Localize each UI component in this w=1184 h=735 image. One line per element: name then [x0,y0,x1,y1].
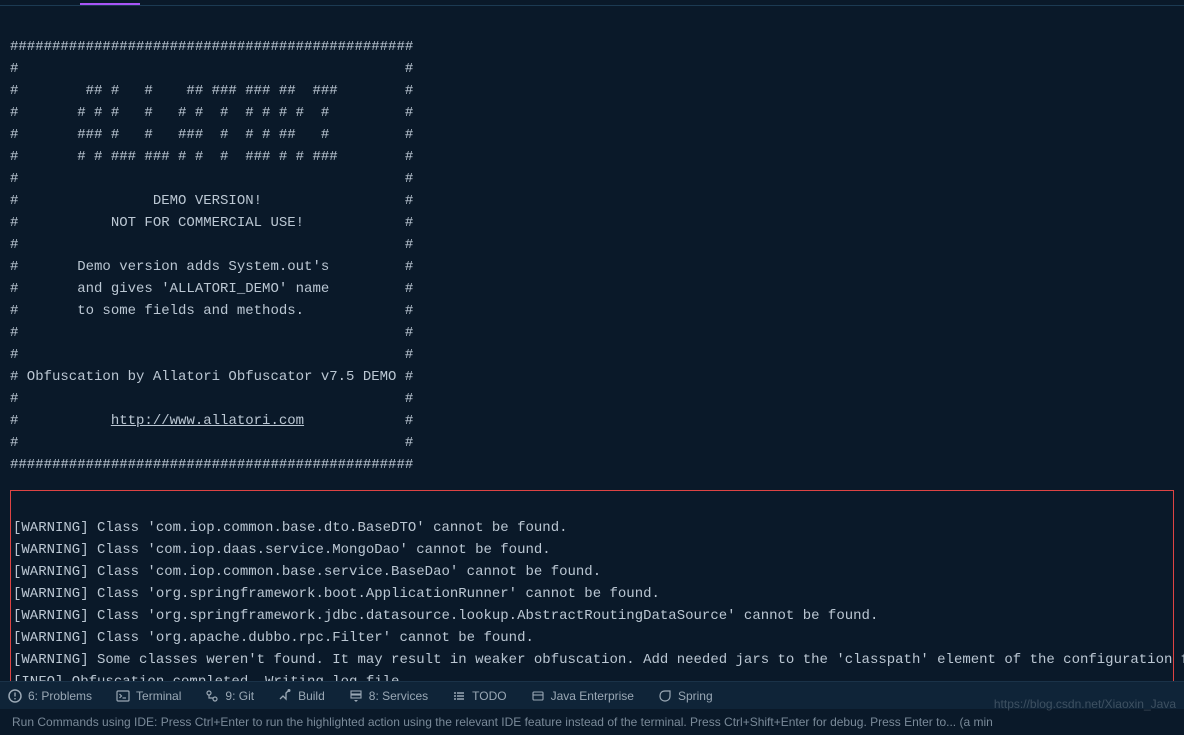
tab-label: 8: Services [369,689,428,703]
tab-todo[interactable]: TODO [452,689,506,703]
java-enterprise-icon [531,689,545,703]
banner-line: # # [10,347,413,363]
banner-line: # # [10,391,413,407]
tab-git[interactable]: 9: Git [205,689,254,703]
tab-services[interactable]: 8: Services [349,689,428,703]
problems-icon [8,689,22,703]
banner-line: # NOT FOR COMMERCIAL USE! # [10,215,413,231]
banner-line: # # # ### ### # # # ### # # ### # [10,149,413,165]
top-tab-strip [0,0,1184,6]
tab-label: 9: Git [225,689,254,703]
status-bar: Run Commands using IDE: Press Ctrl+Enter… [0,709,1184,735]
todo-icon [452,689,466,703]
tab-label: Java Enterprise [551,689,634,703]
banner-line: # ### # # ### # # # ## # # [10,127,413,143]
log-line-warning: [WARNING] Some classes weren't found. It… [13,652,1184,668]
tab-label: Spring [678,689,713,703]
banner-line: # # [10,325,413,341]
banner-line: # [10,413,111,429]
banner-line: # Obfuscation by Allatori Obfuscator v7.… [10,369,413,385]
tab-java-enterprise[interactable]: Java Enterprise [531,689,634,703]
banner-line: # # [10,171,413,187]
tab-build[interactable]: Build [278,689,325,703]
tab-label: Build [298,689,325,703]
banner-line: # # [10,435,413,451]
log-line-warning: [WARNING] Class 'com.iop.common.base.ser… [13,564,601,580]
terminal-output[interactable]: ########################################… [0,6,1184,484]
banner-line: # [304,413,413,429]
log-line-warning: [WARNING] Class 'org.springframework.boo… [13,586,660,602]
banner-line: # and gives 'ALLATORI_DEMO' name # [10,281,413,297]
watermark-text: https://blog.csdn.net/Xiaoxin_Java [994,697,1176,711]
banner-line: # # # # # # # # # # # # # # [10,105,413,121]
tab-terminal[interactable]: Terminal [116,689,181,703]
log-line-warning: [WARNING] Class 'org.springframework.jdb… [13,608,878,624]
banner-line: # to some fields and methods. # [10,303,413,319]
banner-line: ########################################… [10,457,413,473]
tab-spring[interactable]: Spring [658,689,713,703]
tab-label: 6: Problems [28,689,92,703]
status-text: Run Commands using IDE: Press Ctrl+Enter… [12,715,993,729]
log-line-warning: [WARNING] Class 'org.apache.dubbo.rpc.Fi… [13,630,534,646]
log-line-warning: [WARNING] Class 'com.iop.daas.service.Mo… [13,542,551,558]
tab-label: Terminal [136,689,181,703]
active-tab-indicator [80,3,140,5]
banner-line: # # [10,237,413,253]
services-icon [349,689,363,703]
log-line-warning: [WARNING] Class 'com.iop.common.base.dto… [13,520,568,536]
spring-icon [658,689,672,703]
banner-line: ########################################… [10,39,413,55]
banner-line: # ## # # ## ### ### ## ### # [10,83,413,99]
tab-problems[interactable]: 6: Problems [8,689,92,703]
build-icon [278,689,292,703]
git-icon [205,689,219,703]
banner-line: # DEMO VERSION! # [10,193,413,209]
tab-label: TODO [472,689,506,703]
terminal-icon [116,689,130,703]
banner-line: # Demo version adds System.out's # [10,259,413,275]
allatori-link[interactable]: http://www.allatori.com [111,413,304,429]
banner-line: # # [10,61,413,77]
